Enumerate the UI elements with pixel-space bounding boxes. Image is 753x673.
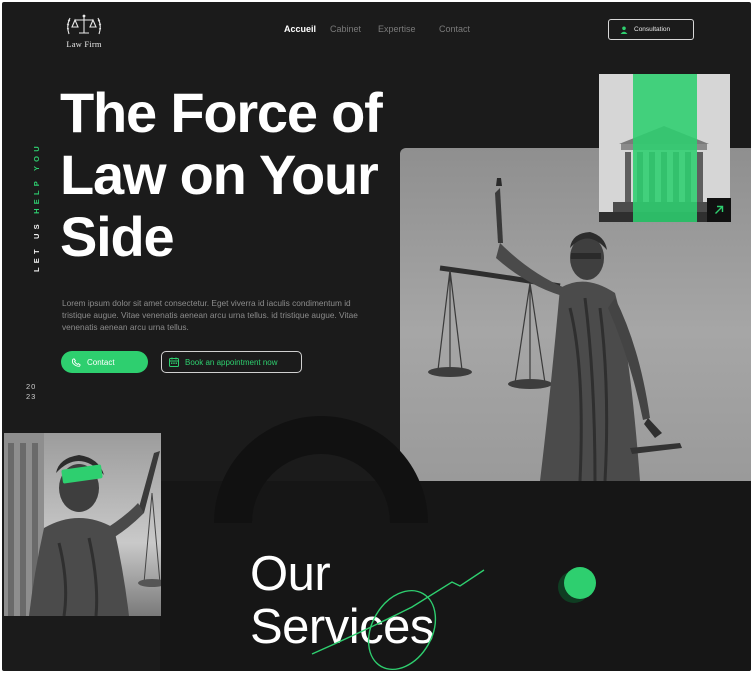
nav-item-contact[interactable]: Contact: [439, 24, 470, 34]
contact-button[interactable]: Contact: [61, 351, 148, 373]
nav-item-cabinet[interactable]: Cabinet: [330, 24, 378, 34]
side-tagline: LET US HELP YOU: [32, 142, 41, 272]
year-bottom: 23: [26, 392, 37, 401]
main-nav: Accueil Cabinet Expertise Contact: [284, 24, 470, 34]
hero-description: Lorem ipsum dolor sit amet consectetur. …: [62, 298, 358, 332]
contact-label: Contact: [87, 357, 115, 367]
statue-thumbnail-image: [4, 433, 161, 616]
statue-thumbnail-illustration: [4, 433, 161, 616]
logo[interactable]: Law Firm: [60, 12, 108, 52]
accent-dot: [564, 567, 596, 599]
calendar-icon: [169, 357, 179, 367]
arrow-up-right-icon: [715, 205, 724, 214]
user-icon: [620, 26, 628, 34]
year-top: 20: [26, 382, 37, 391]
book-appointment-button[interactable]: Book an appointment now: [161, 351, 302, 373]
consultation-button[interactable]: Consultation: [608, 19, 694, 40]
book-appointment-label: Book an appointment now: [185, 357, 278, 367]
scales-logo-icon: [66, 14, 102, 35]
phone-icon: [71, 357, 81, 367]
open-image-button[interactable]: [707, 198, 731, 222]
consultation-label: Consultation: [634, 26, 671, 33]
logo-text: Law Firm: [66, 39, 102, 49]
nav-item-expertise[interactable]: Expertise: [378, 24, 439, 34]
side-tagline-prefix: LET US: [32, 213, 41, 272]
nav-item-accueil[interactable]: Accueil: [284, 24, 330, 34]
page: Law Firm Accueil Cabinet Expertise Conta…: [2, 2, 751, 671]
scribble-decoration: [311, 569, 485, 671]
year-label: 20 23: [26, 382, 36, 402]
hero-title-line-1: The Force of: [60, 81, 383, 144]
side-tagline-highlight: HELP YOU: [32, 142, 41, 214]
